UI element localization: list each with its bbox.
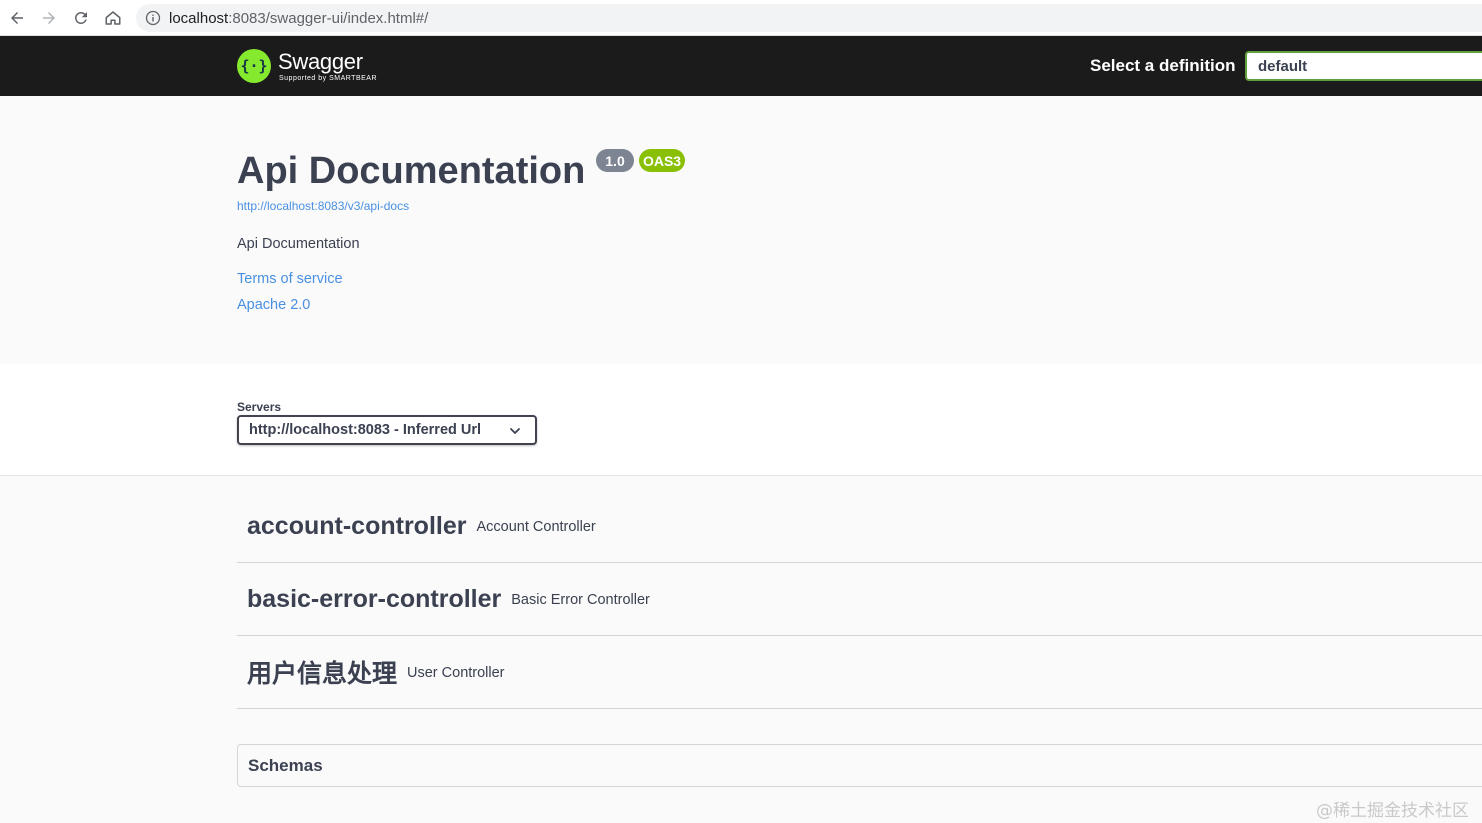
- swagger-topbar: {·} Swagger Supported by SMARTBEAR Selec…: [0, 36, 1482, 96]
- tag-basic-error-controller[interactable]: basic-error-controller Basic Error Contr…: [237, 563, 1482, 636]
- tag-description: Account Controller: [476, 519, 596, 535]
- tag-account-controller[interactable]: account-controller Account Controller: [237, 490, 1482, 563]
- chevron-down-icon: [510, 428, 520, 434]
- tag-description: Basic Error Controller: [511, 592, 650, 608]
- logo-subtitle: Supported by SMARTBEAR: [279, 75, 378, 82]
- schemas-label: Schemas: [248, 755, 323, 775]
- reload-icon[interactable]: [69, 6, 93, 30]
- servers-section: Servers http://localhost:8083 - Inferred…: [0, 364, 1482, 476]
- tag-description: User Controller: [407, 665, 505, 681]
- version-badge: 1.0: [596, 149, 634, 172]
- schemas-section[interactable]: Schemas: [237, 744, 1482, 787]
- watermark: @稀土掘金技术社区: [1316, 801, 1469, 821]
- servers-label: Servers: [237, 400, 282, 414]
- page-title: Api Documentation: [237, 150, 586, 192]
- home-icon[interactable]: [101, 6, 125, 30]
- api-docs-link[interactable]: http://localhost:8083/v3/api-docs: [237, 199, 409, 213]
- select-definition-label: Select a definition: [1090, 56, 1236, 75]
- server-select[interactable]: http://localhost:8083 - Inferred Url: [237, 415, 537, 445]
- terms-of-service-link[interactable]: Terms of service: [237, 271, 343, 287]
- swagger-logo[interactable]: {·} Swagger Supported by SMARTBEAR: [237, 46, 377, 86]
- info-section: Api Documentation 1.0 OAS3 http://localh…: [0, 96, 1482, 364]
- tag-name: basic-error-controller: [247, 584, 502, 613]
- api-description: Api Documentation: [237, 236, 360, 252]
- logo-name: Swagger: [278, 49, 363, 74]
- address-bar[interactable]: localhost:8083/swagger-ui/index.html#/: [136, 4, 1482, 32]
- address-url: localhost:8083/swagger-ui/index.html#/: [169, 9, 429, 27]
- info-icon[interactable]: [145, 10, 161, 26]
- server-select-value: http://localhost:8083 - Inferred Url: [249, 422, 482, 438]
- tag-user-controller[interactable]: 用户信息处理 User Controller: [237, 636, 1482, 709]
- browser-toolbar: localhost:8083/swagger-ui/index.html#/: [0, 0, 1482, 36]
- oas-badge: OAS3: [639, 149, 685, 172]
- forward-arrow-icon[interactable]: [37, 6, 61, 30]
- definition-select[interactable]: default: [1245, 51, 1482, 81]
- tag-name: account-controller: [247, 511, 467, 540]
- license-link[interactable]: Apache 2.0: [237, 297, 310, 313]
- back-arrow-icon[interactable]: [5, 6, 29, 30]
- swagger-logo-icon: {·}: [237, 49, 271, 83]
- svg-text:{·}: {·}: [240, 57, 267, 75]
- tag-name: 用户信息处理: [247, 660, 398, 688]
